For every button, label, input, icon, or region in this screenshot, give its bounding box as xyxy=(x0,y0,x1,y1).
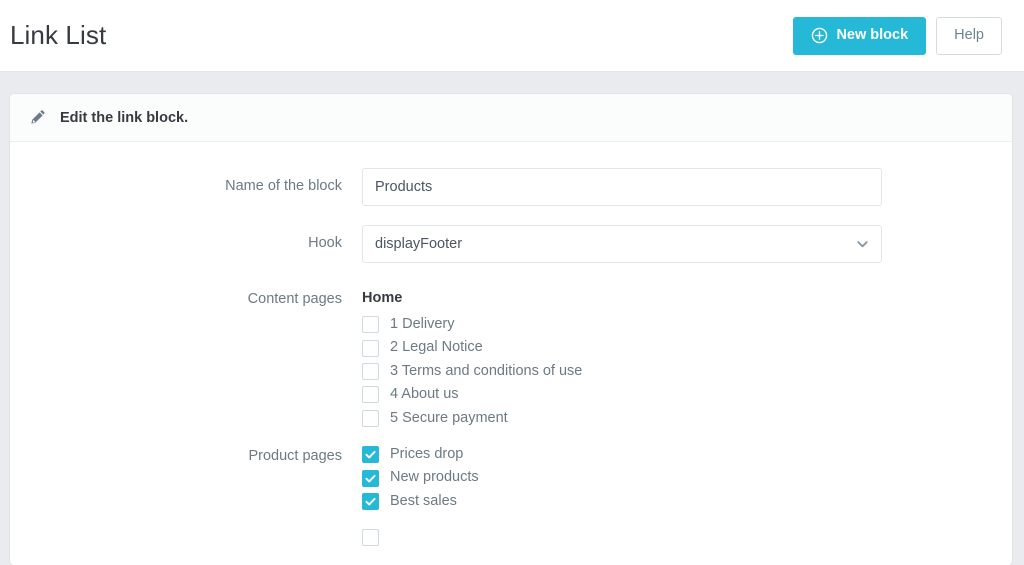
list-item[interactable]: Prices drop xyxy=(362,445,992,464)
content-area: Edit the link block. Name of the block H… xyxy=(0,72,1024,565)
form-row-content-pages: Content pages Home 1 Delivery 2 Legal No… xyxy=(30,282,992,427)
list-item[interactable]: New products xyxy=(362,469,992,487)
checkbox-icon[interactable] xyxy=(362,446,379,464)
new-block-button[interactable]: New block xyxy=(793,16,927,55)
list-item-label: New products xyxy=(390,469,479,486)
hook-control: displayFooter xyxy=(362,225,992,263)
content-pages-control: Home 1 Delivery 2 Legal Notice 3 Terms a… xyxy=(362,282,992,427)
list-item-label: 1 Delivery xyxy=(390,316,455,332)
checkbox-icon[interactable] xyxy=(362,386,379,404)
list-item[interactable]: 1 Delivery xyxy=(362,316,992,334)
content-pages-group-title: Home xyxy=(362,290,403,306)
checkbox-icon[interactable] xyxy=(362,316,379,334)
product-pages-control: Prices drop New products Best sales xyxy=(362,446,992,510)
hook-label: Hook xyxy=(308,235,342,251)
form-row-name-of-block: Name of the block xyxy=(30,168,992,206)
form-row-product-pages: Product pages Prices drop New products B… xyxy=(30,446,992,510)
help-button[interactable]: Help xyxy=(936,16,1002,55)
list-item[interactable]: Best sales xyxy=(362,493,992,510)
list-item-label: 2 Legal Notice xyxy=(390,339,483,356)
checkbox-icon[interactable] xyxy=(362,409,379,427)
list-item-label: Best sales xyxy=(390,492,457,509)
edit-link-block-panel: Edit the link block. Name of the block H… xyxy=(10,94,1012,565)
list-item[interactable]: 3 Terms and conditions of use xyxy=(362,363,992,380)
circle-plus-icon xyxy=(811,27,828,44)
header-actions: New block Help xyxy=(793,16,1002,55)
check-icon xyxy=(364,495,377,508)
page-header: Link List New block Help xyxy=(0,0,1024,72)
checkbox-icon[interactable] xyxy=(362,362,379,380)
name-of-block-input[interactable] xyxy=(362,168,882,206)
form-row-hook: Hook displayFooter xyxy=(30,225,992,263)
next-group-label xyxy=(30,529,362,538)
list-item-label: 4 About us xyxy=(390,386,459,403)
check-icon xyxy=(364,472,377,485)
name-of-block-control xyxy=(362,168,992,206)
list-item[interactable]: 2 Legal Notice xyxy=(362,339,992,357)
checkbox-icon[interactable] xyxy=(362,339,379,357)
list-item[interactable]: 5 Secure payment xyxy=(362,410,992,427)
check-icon xyxy=(364,448,377,461)
name-of-block-label: Name of the block xyxy=(225,178,342,194)
hook-select[interactable]: displayFooter xyxy=(362,225,882,263)
list-item-label: Prices drop xyxy=(390,445,464,462)
hook-select-wrap: displayFooter xyxy=(362,225,882,263)
pencil-icon xyxy=(30,109,47,126)
product-pages-label: Product pages xyxy=(248,447,342,464)
page-title: Link List xyxy=(10,20,107,50)
panel-heading: Edit the link block. xyxy=(10,94,1012,142)
panel-body: Name of the block Hook displayFooter xyxy=(10,142,1012,547)
list-item-label: 5 Secure payment xyxy=(390,409,508,426)
product-pages-check-list: Prices drop New products Best sales xyxy=(362,446,992,510)
list-item-label: 3 Terms and conditions of use xyxy=(390,362,583,379)
content-pages-label: Content pages xyxy=(247,291,342,307)
checkbox-icon[interactable] xyxy=(362,492,379,510)
panel-heading-title: Edit the link block. xyxy=(60,109,189,126)
content-pages-check-list: 1 Delivery 2 Legal Notice 3 Terms and co… xyxy=(362,316,992,427)
new-block-label: New block xyxy=(836,27,909,44)
checkbox-icon[interactable] xyxy=(362,469,379,487)
list-item[interactable]: 4 About us xyxy=(362,386,992,404)
